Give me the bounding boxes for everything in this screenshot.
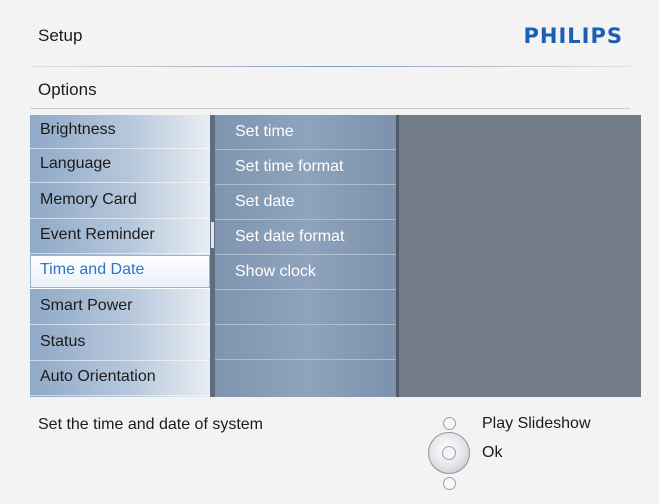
menu-item-memory-card[interactable]: Memory Card: [30, 185, 210, 219]
submenu-item-set-time-format[interactable]: Set time format: [215, 150, 398, 185]
options-menu: Brightness Language Memory Card Event Re…: [30, 115, 210, 397]
menu-item-auto-orientation[interactable]: Auto Orientation: [30, 362, 210, 396]
section-title: Options: [38, 80, 97, 99]
page-title: Setup: [38, 26, 83, 45]
submenu-item-set-date-format[interactable]: Set date format: [215, 220, 398, 255]
time-date-submenu: Set time Set time format Set date Set da…: [215, 115, 398, 397]
menu-item-time-and-date[interactable]: Time and Date: [30, 255, 210, 289]
header-divider: [30, 66, 630, 67]
submenu-item-set-time[interactable]: Set time: [215, 115, 398, 150]
submenu-item-set-date[interactable]: Set date: [215, 185, 398, 220]
brand-logo: PHILIPS: [523, 24, 623, 48]
menu-item-language[interactable]: Language: [30, 149, 210, 183]
photo-frame-screen: Setup PHILIPS Options Brightness Languag…: [0, 0, 659, 504]
submenu-item-show-clock[interactable]: Show clock: [215, 255, 398, 290]
submenu-item-empty: [215, 360, 398, 395]
nav-up-button-icon[interactable]: [443, 417, 456, 430]
submenu-item-empty: [215, 290, 398, 325]
header-bar: Setup PHILIPS: [18, 14, 641, 66]
menu-item-status[interactable]: Status: [30, 327, 210, 361]
submenu-item-empty: [215, 325, 398, 360]
nav-ok-center-icon[interactable]: [442, 446, 456, 460]
options-scroll-thumb[interactable]: [211, 222, 214, 248]
section-divider: [30, 108, 630, 109]
nav-down-button-icon[interactable]: [443, 477, 456, 490]
menu-item-smart-power[interactable]: Smart Power: [30, 291, 210, 325]
play-slideshow-hint: Play Slideshow: [482, 415, 591, 432]
preview-area: [399, 115, 641, 397]
menu-item-brightness[interactable]: Brightness: [30, 115, 210, 149]
ok-hint: Ok: [482, 444, 503, 461]
help-text: Set the time and date of system: [38, 416, 264, 433]
menu-item-event-reminder[interactable]: Event Reminder: [30, 220, 210, 254]
